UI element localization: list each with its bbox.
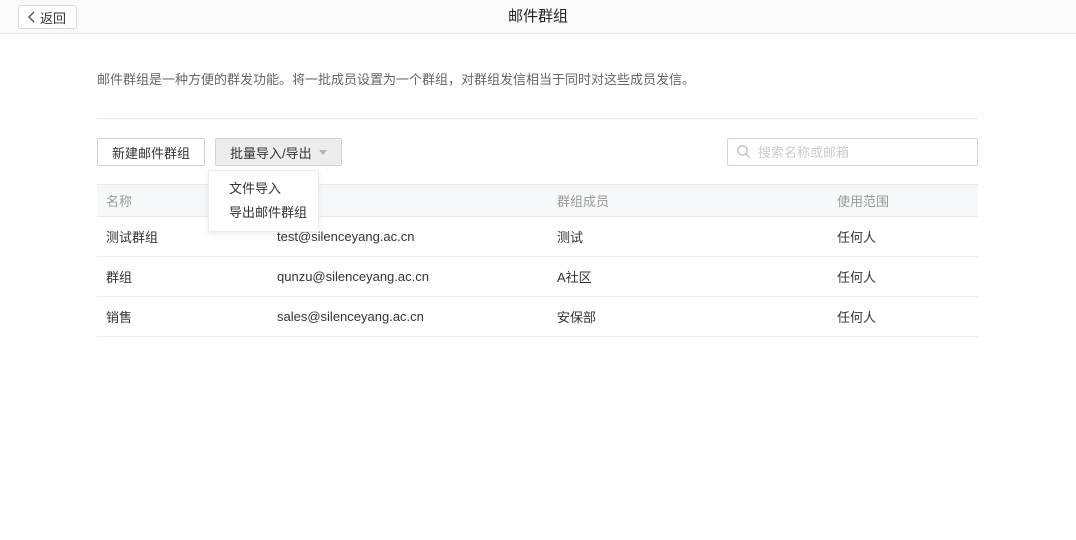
table-row[interactable]: 群组 qunzu@silenceyang.ac.cn A社区 任何人 — [97, 257, 978, 297]
batch-button-label: 批量导入/导出 — [230, 143, 312, 162]
cell-members: 测试 — [548, 217, 828, 257]
cell-scope: 任何人 — [828, 257, 978, 297]
content: 邮件群组是一种方便的群发功能。将一批成员设置为一个群组，对群组发信相当于同时对这… — [97, 71, 978, 337]
cell-scope: 任何人 — [828, 297, 978, 337]
batch-import-export-button[interactable]: 批量导入/导出 — [215, 138, 342, 166]
toolbar: 新建邮件群组 批量导入/导出 文件导入 导出邮件群组 — [97, 138, 978, 166]
header-scope: 使用范围 — [828, 185, 978, 217]
cell-email: qunzu@silenceyang.ac.cn — [268, 257, 548, 297]
mail-groups-page: 返回 邮件群组 邮件群组是一种方便的群发功能。将一批成员设置为一个群组，对群组发… — [0, 0, 1076, 540]
topbar: 返回 邮件群组 — [0, 0, 1076, 34]
cell-name: 销售 — [97, 297, 268, 337]
menu-item-file-import[interactable]: 文件导入 — [209, 177, 318, 201]
back-button-label: 返回 — [40, 8, 66, 27]
intro-text: 邮件群组是一种方便的群发功能。将一批成员设置为一个群组，对群组发信相当于同时对这… — [97, 71, 978, 88]
divider — [97, 118, 978, 119]
new-mail-group-button[interactable]: 新建邮件群组 — [97, 138, 205, 166]
cell-scope: 任何人 — [828, 217, 978, 257]
search-box — [727, 138, 978, 166]
search-input[interactable] — [727, 138, 978, 166]
cell-email: sales@silenceyang.ac.cn — [268, 297, 548, 337]
cell-name: 群组 — [97, 257, 268, 297]
menu-item-export-groups[interactable]: 导出邮件群组 — [209, 201, 318, 225]
table-row[interactable]: 销售 sales@silenceyang.ac.cn 安保部 任何人 — [97, 297, 978, 337]
cell-members: A社区 — [548, 257, 828, 297]
chevron-down-icon — [319, 150, 327, 155]
chevron-left-icon — [27, 11, 35, 23]
batch-dropdown-menu: 文件导入 导出邮件群组 — [208, 170, 319, 232]
header-members: 群组成员 — [548, 185, 828, 217]
page-title: 邮件群组 — [0, 0, 1076, 33]
back-button[interactable]: 返回 — [18, 5, 77, 29]
cell-members: 安保部 — [548, 297, 828, 337]
